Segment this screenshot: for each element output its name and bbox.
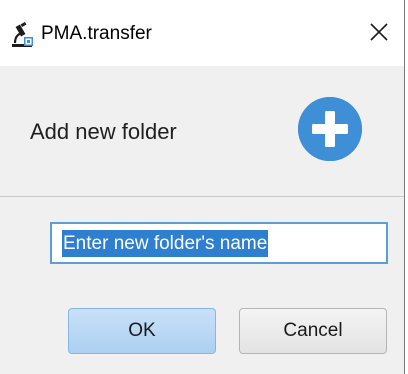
window-title: PMA.transfer <box>41 23 152 44</box>
close-button[interactable] <box>358 14 400 54</box>
close-icon <box>369 22 389 47</box>
cancel-button[interactable]: Cancel <box>239 308 387 354</box>
dialog-header: Add new folder <box>0 66 404 197</box>
ok-button[interactable]: OK <box>68 308 216 354</box>
microscope-icon <box>9 21 35 48</box>
title-bar: PMA.transfer <box>0 0 404 66</box>
plus-circle-icon <box>298 97 362 161</box>
dialog-heading: Add new folder <box>30 119 177 144</box>
dialog-window: PMA.transfer Add new folder Enter new fo… <box>0 0 405 374</box>
divider <box>0 196 404 197</box>
folder-name-input[interactable] <box>50 222 388 264</box>
